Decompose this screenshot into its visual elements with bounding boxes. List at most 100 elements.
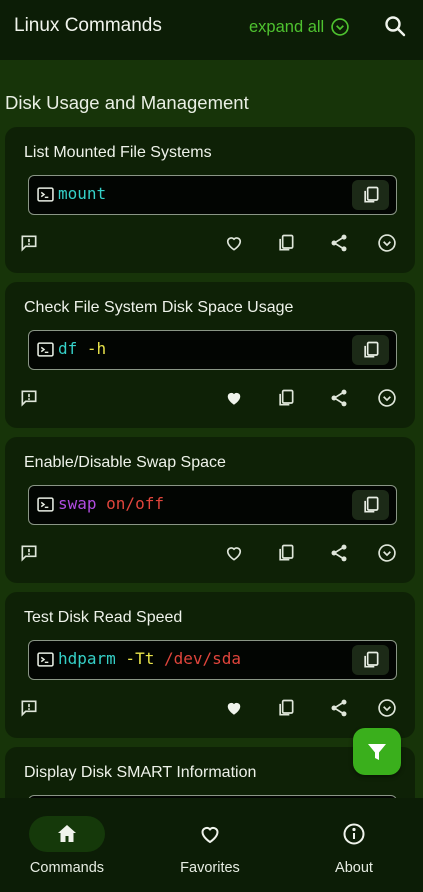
filter-button[interactable]	[353, 728, 401, 775]
copy-icon	[363, 496, 378, 513]
chevron-down-circle-icon	[378, 234, 396, 252]
favorite-button[interactable]	[223, 387, 245, 409]
terminal-icon	[37, 652, 54, 667]
search-button[interactable]	[383, 14, 409, 40]
nav-label-about: About	[335, 860, 373, 876]
card-actions	[5, 387, 415, 411]
command-text: mount	[58, 184, 106, 203]
command-list[interactable]: Disk Usage and Management List Mounted F…	[0, 60, 423, 798]
command-token: swap	[58, 494, 97, 513]
command-token: on/off	[96, 494, 164, 513]
chevron-down-circle-icon	[378, 544, 396, 562]
command-token: hdparm	[58, 649, 116, 668]
command-card[interactable]: Enable/Disable Swap Space swap on/off	[5, 437, 415, 583]
chevron-down-circle-icon	[378, 699, 396, 717]
command-token: df	[58, 339, 78, 358]
command-card[interactable]: List Mounted File Systems mount	[5, 127, 415, 273]
nav-pill-about	[316, 816, 392, 852]
command-card[interactable]: Test Disk Read Speed hdparm -Tt /dev/sda	[5, 592, 415, 738]
favorite-filled-icon	[227, 392, 241, 405]
command-title: Check File System Disk Space Usage	[24, 299, 294, 316]
chevron-down-circle-icon	[331, 18, 349, 36]
command-token: /dev/sda	[154, 649, 242, 668]
command-token: mount	[58, 184, 107, 203]
nav-label-commands: Commands	[29, 860, 105, 876]
copy-icon	[363, 651, 378, 668]
command-token: -h	[77, 339, 107, 358]
feedback-icon	[21, 545, 37, 562]
copy-icon	[279, 234, 294, 251]
expand-all-label: expand all	[249, 17, 325, 36]
share-button[interactable]	[328, 387, 350, 409]
chevron-down-circle-icon	[378, 389, 396, 407]
copy-icon	[279, 544, 294, 561]
section-title: Disk Usage and Management	[5, 92, 249, 113]
copy-icon	[363, 341, 378, 358]
terminal-icon	[37, 187, 54, 202]
bottom-navigation: Commands Favorites About	[0, 798, 423, 892]
copy-command-button[interactable]	[352, 645, 389, 675]
info-icon	[343, 823, 365, 845]
copy-icon	[279, 699, 294, 716]
terminal-icon	[37, 342, 54, 357]
share-icon	[331, 389, 347, 407]
share-button[interactable]	[328, 542, 350, 564]
nav-item-favorites[interactable]: Favorites	[172, 798, 248, 892]
feedback-button[interactable]	[18, 232, 40, 254]
copy-button[interactable]	[275, 387, 297, 409]
share-button[interactable]	[328, 232, 350, 254]
command-text: df -h	[58, 339, 106, 358]
expand-all-button[interactable]: expand all	[249, 14, 350, 40]
copy-button[interactable]	[275, 542, 297, 564]
command-title: List Mounted File Systems	[24, 144, 212, 161]
command-box: df -h	[28, 330, 397, 370]
copy-icon	[363, 186, 378, 203]
card-actions	[5, 697, 415, 721]
command-box: mount	[28, 175, 397, 215]
favorite-button[interactable]	[223, 232, 245, 254]
favorite-button[interactable]	[223, 697, 245, 719]
expand-button[interactable]	[376, 697, 398, 719]
feedback-icon	[21, 235, 37, 252]
command-text: hdparm -Tt /dev/sda	[58, 649, 241, 668]
copy-icon	[279, 389, 294, 406]
command-token: -Tt	[115, 649, 155, 668]
feedback-button[interactable]	[18, 542, 40, 564]
command-title: Display Disk SMART Information	[24, 764, 257, 781]
filter-icon	[368, 743, 386, 760]
nav-item-commands[interactable]: Commands	[28, 798, 106, 892]
favorite-button[interactable]	[223, 542, 245, 564]
feedback-button[interactable]	[18, 697, 40, 719]
share-icon	[331, 234, 347, 252]
copy-command-button[interactable]	[352, 335, 389, 365]
share-button[interactable]	[328, 697, 350, 719]
feedback-icon	[21, 390, 37, 407]
expand-button[interactable]	[376, 232, 398, 254]
favorite-outline-icon	[226, 547, 242, 561]
command-title: Enable/Disable Swap Space	[24, 454, 226, 471]
nav-pill-commands	[29, 816, 105, 852]
command-text: swap on/off	[58, 494, 164, 513]
expand-button[interactable]	[376, 542, 398, 564]
search-icon	[385, 16, 406, 37]
command-box: swap on/off	[28, 485, 397, 525]
card-actions	[5, 232, 415, 256]
command-box: hdparm -Tt /dev/sda	[28, 640, 397, 680]
card-actions	[5, 542, 415, 566]
feedback-icon	[21, 700, 37, 717]
copy-button[interactable]	[275, 697, 297, 719]
share-icon	[331, 544, 347, 562]
app-bar: Linux Commands expand all	[0, 0, 423, 60]
nav-label-favorites: Favorites	[180, 860, 240, 876]
copy-button[interactable]	[275, 232, 297, 254]
terminal-icon	[37, 497, 54, 512]
share-icon	[331, 699, 347, 717]
heart-icon	[201, 826, 219, 844]
expand-button[interactable]	[376, 387, 398, 409]
copy-command-button[interactable]	[352, 180, 389, 210]
nav-item-about[interactable]: About	[316, 798, 392, 892]
nav-pill-favorites	[172, 816, 248, 852]
copy-command-button[interactable]	[352, 490, 389, 520]
command-card[interactable]: Check File System Disk Space Usage df -h	[5, 282, 415, 428]
feedback-button[interactable]	[18, 387, 40, 409]
